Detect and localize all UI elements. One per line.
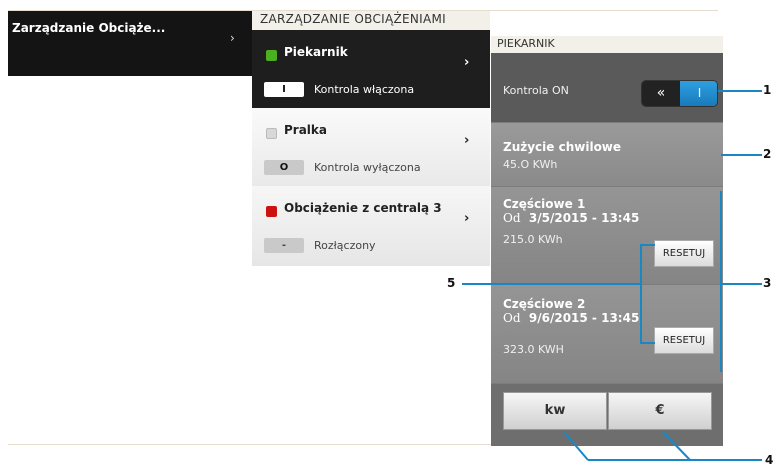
reset-partial-1-button[interactable]: RESETUJ (654, 240, 714, 267)
control-badge: - (264, 238, 304, 253)
load-management-menu-item[interactable]: Zarządzanie Obciąże... › (8, 11, 252, 76)
partial-2-date: 9/6/2015 - 13:45 (528, 311, 640, 325)
toggle-on-indicator[interactable]: I (680, 81, 717, 106)
chevron-right-icon: › (464, 211, 470, 226)
item-name: Obciążenie z centralą 3 (284, 201, 442, 215)
control-badge: I (264, 82, 304, 97)
partial-1-row: Częściowe 1 Od 3/5/2015 - 13:45 215.0 KW… (491, 187, 723, 284)
callout-4: 4 (765, 453, 774, 467)
callout-3: 3 (763, 276, 772, 290)
chevron-right-icon: › (230, 31, 235, 45)
partial-2-title: Częściowe 2 (503, 297, 586, 311)
partial-1-title: Częściowe 1 (503, 197, 586, 211)
list-header: ZARZĄDZANIE OBCIĄŻENIAMI (252, 11, 490, 30)
bottom-divider (8, 444, 492, 445)
control-row: Kontrola ON « I (491, 53, 723, 122)
od-label: Od (503, 211, 521, 225)
od-label: Od (503, 311, 521, 325)
status-dot-red-icon (266, 206, 277, 217)
chevron-right-icon: › (464, 55, 470, 70)
callout-bracket-5 (640, 244, 642, 344)
list-item-pralka[interactable]: Pralka › O Kontrola wyłączona (252, 108, 490, 186)
partial-2-date-line: Od 9/6/2015 - 13:45 (503, 311, 639, 325)
usage-value: 45.O KWh (503, 158, 558, 171)
item-name: Pralka (284, 123, 328, 137)
detail-panel: Kontrola ON « I Zużycie chwilowe 45.O KW… (491, 53, 723, 446)
partial-2-value: 323.0 KWH (503, 343, 564, 356)
partial-1-value: 215.0 KWh (503, 233, 563, 246)
callout-2: 2 (763, 147, 772, 161)
usage-title: Zużycie chwilowe (503, 140, 622, 154)
callout-tick-5b (640, 342, 655, 344)
status-dot-green-icon (266, 50, 277, 61)
callout-line-2 (721, 154, 762, 156)
callout-line-5 (462, 283, 642, 285)
control-label: Kontrola ON (503, 84, 569, 97)
control-badge: O (264, 160, 304, 175)
callout-bracket-3 (720, 191, 722, 372)
partial-2-row: Częściowe 2 Od 9/6/2015 - 13:45 323.0 KW… (491, 285, 723, 383)
list-item-piekarnik[interactable]: Piekarnik › I Kontrola włączona (252, 30, 490, 108)
list-item-obciazenie-3[interactable]: Obciążenie z centralą 3 › - Rozłączony (252, 186, 490, 266)
usage-row: Zużycie chwilowe 45.O KWh (491, 123, 723, 186)
item-status: Kontrola włączona (314, 83, 415, 96)
chevron-right-icon: › (464, 133, 470, 148)
partial-1-date: 3/5/2015 - 13:45 (528, 211, 640, 225)
callout-1: 1 (763, 83, 772, 97)
control-toggle[interactable]: « I (641, 80, 718, 107)
item-name: Piekarnik (284, 45, 348, 59)
menu-item-label: Zarządzanie Obciąże... (12, 21, 166, 35)
callout-line-3 (721, 283, 762, 285)
item-status: Rozłączony (314, 239, 376, 252)
kw-button[interactable]: kw (503, 392, 607, 430)
callout-tick-5a (640, 244, 655, 246)
item-status: Kontrola wyłączona (314, 161, 421, 174)
double-chevron-left-icon[interactable]: « (642, 81, 680, 106)
status-dot-grey-icon (266, 128, 277, 139)
callout-5: 5 (447, 276, 456, 290)
partial-1-date-line: Od 3/5/2015 - 13:45 (503, 211, 639, 225)
euro-button[interactable]: € (608, 392, 712, 430)
unit-row: kw € (491, 384, 723, 446)
callout-line-1 (718, 90, 762, 92)
panel-header: PIEKARNIK (491, 36, 723, 53)
reset-partial-2-button[interactable]: RESETUJ (654, 327, 714, 354)
